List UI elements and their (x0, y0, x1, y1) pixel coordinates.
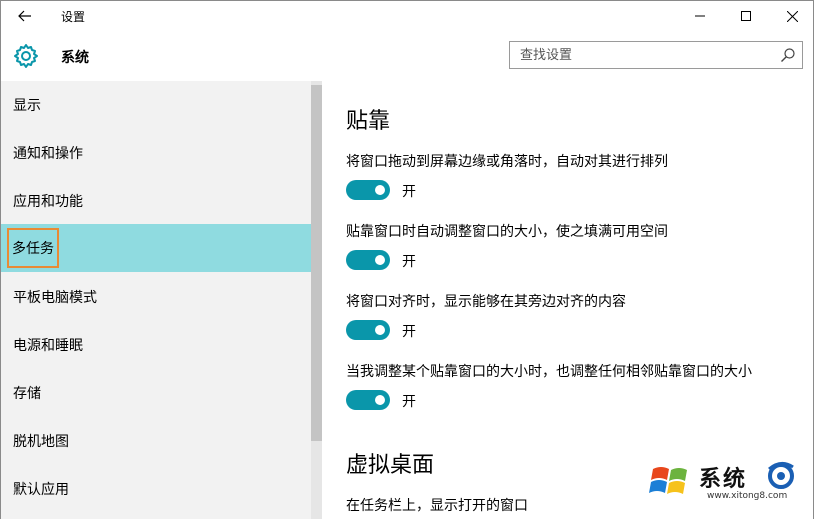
section-title-snap: 贴靠 (346, 109, 391, 134)
scrollbar-thumb[interactable] (311, 85, 322, 441)
toggle-state-label: 开 (402, 184, 416, 200)
sidebar-item-apps[interactable]: 应用和功能 (1, 177, 311, 225)
window-title: 设置 (61, 10, 86, 24)
sidebar-scrollbar[interactable] (311, 81, 322, 519)
sidebar-item-label: 电源和睡眠 (13, 338, 83, 354)
sidebar-item-label: 默认应用 (13, 482, 69, 498)
sidebar-item-power-sleep[interactable]: 电源和睡眠 (1, 321, 311, 369)
search-input[interactable] (510, 42, 772, 68)
toggle-knob (375, 255, 385, 265)
close-icon (786, 10, 798, 22)
sidebar-item-display[interactable]: 显示 (1, 81, 311, 129)
setting-description: 贴靠窗口时自动调整窗口的大小，使之填满可用空间 (346, 224, 668, 240)
setting-description: 在任务栏上，显示打开的窗口 (346, 498, 528, 514)
toggle-switch[interactable] (346, 180, 390, 200)
minimize-icon (695, 15, 705, 17)
sidebar-item-label: 通知和操作 (13, 146, 83, 162)
setting-description: 当我调整某个贴靠窗口的大小时，也调整任何相邻贴靠窗口的大小 (346, 364, 752, 380)
toggle-switch[interactable] (346, 250, 390, 270)
sidebar-item-label: 平板电脑模式 (13, 290, 97, 306)
title-bar: 设置 (1, 1, 813, 31)
toggle-knob (375, 395, 385, 405)
page-header: 系统 (1, 31, 813, 81)
section-title-virtual-desktops: 虚拟桌面 (346, 453, 435, 478)
watermark-swirl-logo (768, 462, 794, 489)
site-watermark: 系统 www.xitong8.com (649, 457, 801, 507)
close-button[interactable] (769, 1, 814, 31)
sidebar-item-label: 存储 (13, 386, 41, 402)
watermark-url: www.xitong8.com (707, 491, 788, 501)
toggle-knob (375, 185, 385, 195)
sidebar-item-storage[interactable]: 存储 (1, 369, 311, 417)
minimize-button[interactable] (677, 1, 723, 31)
settings-window: 设置 系统 查找设置 显示 通知和操作 应用和功能 多任务 平板电脑模式 电源和… (0, 0, 814, 519)
sidebar-item-tablet-mode[interactable]: 平板电脑模式 (1, 273, 311, 321)
sidebar-item-default-apps[interactable]: 默认应用 (1, 465, 311, 513)
search-box[interactable] (509, 41, 803, 69)
sidebar-item-label: 应用和功能 (13, 194, 83, 210)
maximize-button[interactable] (723, 1, 769, 31)
sidebar-item-label: 多任务 (7, 228, 59, 268)
main-content: 贴靠 将窗口拖动到屏幕边缘或角落时，自动对其进行排列 开 贴靠窗口时自动调整窗口… (322, 81, 813, 519)
toggle-state-label: 开 (402, 324, 416, 340)
setting-description: 将窗口拖动到屏幕边缘或角落时，自动对其进行排列 (346, 154, 668, 170)
sidebar-nav: 显示 通知和操作 应用和功能 多任务 平板电脑模式 电源和睡眠 存储 脱机地图 … (1, 81, 311, 519)
gear-icon (14, 44, 38, 68)
sidebar-item-label: 脱机地图 (13, 434, 69, 450)
sidebar-item-offline-maps[interactable]: 脱机地图 (1, 417, 311, 465)
windows-flag-logo (649, 467, 687, 494)
page-title: 系统 (61, 50, 89, 66)
watermark-text: 系统 (699, 466, 748, 492)
back-button[interactable] (7, 1, 43, 31)
maximize-icon (741, 11, 751, 21)
sidebar-item-label: 显示 (13, 98, 41, 114)
search-icon[interactable] (780, 47, 796, 63)
setting-description: 将窗口对齐时，显示能够在其旁边对齐的内容 (346, 294, 626, 310)
sidebar-item-notifications[interactable]: 通知和操作 (1, 129, 311, 177)
toggle-state-label: 开 (402, 394, 416, 410)
toggle-state-label: 开 (402, 254, 416, 270)
sidebar-item-multitasking[interactable]: 多任务 (1, 224, 311, 272)
arrow-left-icon (18, 10, 31, 22)
toggle-knob (375, 325, 385, 335)
toggle-switch[interactable] (346, 390, 390, 410)
toggle-switch[interactable] (346, 320, 390, 340)
